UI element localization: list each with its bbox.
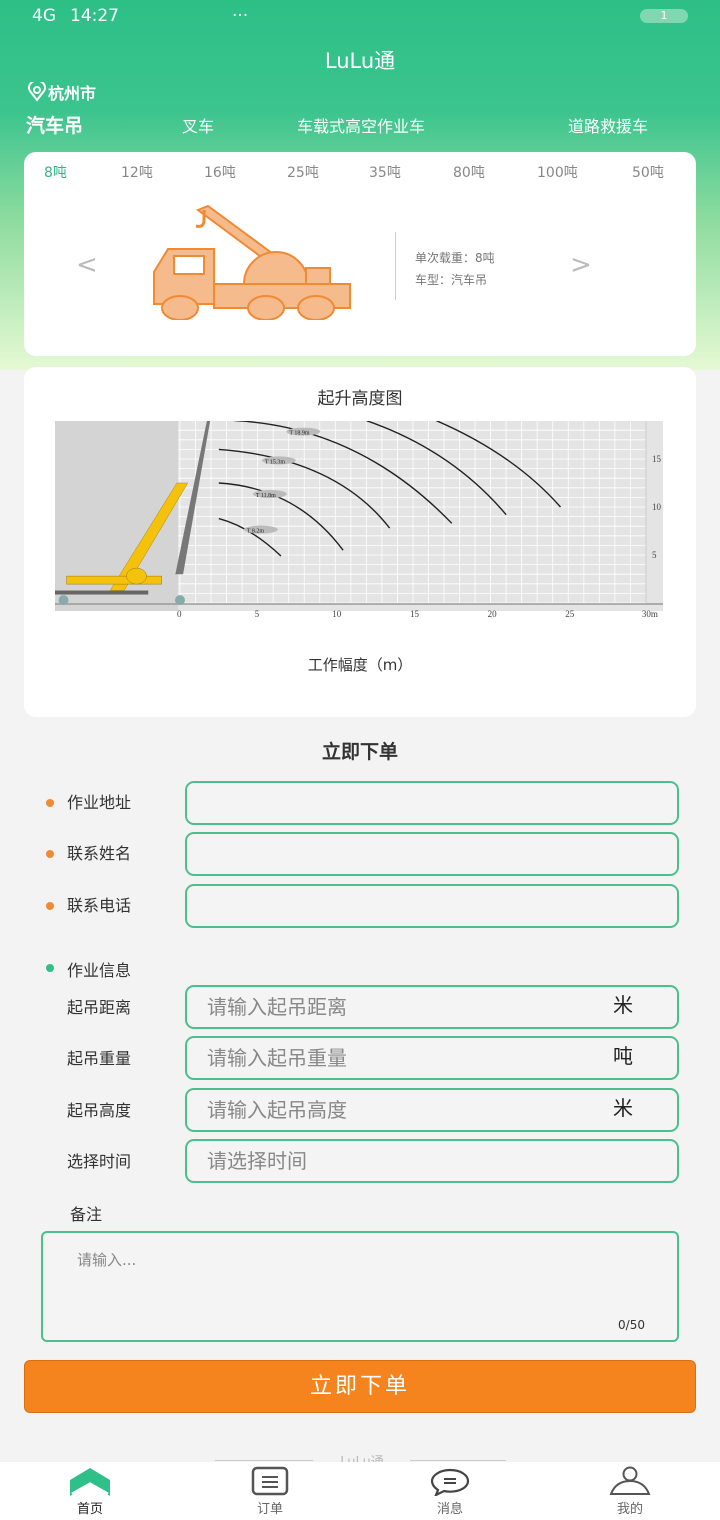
x-tick-label: 5 [255, 609, 260, 619]
status-more: ··· [232, 6, 249, 26]
x-tick-label: 10 [332, 609, 342, 619]
tonnage-tab-4[interactable]: 35吨 [369, 162, 401, 182]
location-icon [28, 82, 46, 102]
tab-label: 我的 [616, 1502, 643, 1517]
battery-icon: 1 [640, 9, 688, 23]
tonnage-tab-1[interactable]: 12吨 [121, 162, 153, 182]
category-tab-0[interactable]: 汽车吊 [26, 111, 83, 138]
unit-label: 米 [613, 993, 633, 1017]
vehicle-type: 车型：汽车吊 [415, 273, 488, 287]
x-tick-label: 30m [642, 609, 658, 619]
contact-label: 联系姓名 [67, 844, 132, 863]
work-label: 起吊距离 [67, 998, 132, 1017]
next-arrow-icon[interactable]: > [570, 250, 592, 280]
curve-label-3: T 18.9m [289, 431, 310, 437]
tonnage-tab-2[interactable]: 16吨 [204, 162, 236, 182]
tonnage-tab-0[interactable]: 8吨 [44, 162, 67, 182]
work-input-0[interactable]: 请输入起吊距离 米 [185, 985, 679, 1029]
input-placeholder: 请选择时间 [207, 1149, 307, 1173]
work-input-3[interactable]: 请选择时间 [185, 1139, 679, 1183]
app-title: LuLu通 [324, 49, 396, 73]
category-tab-2[interactable]: 车载式高空作业车 [297, 113, 425, 137]
tab-orders[interactable]: 订单 [180, 1462, 360, 1520]
category-tab-1[interactable]: 叉车 [182, 113, 214, 137]
tab-label: 消息 [436, 1502, 463, 1517]
work-label: 选择时间 [67, 1152, 132, 1171]
contact-input-0[interactable] [185, 781, 679, 825]
remark-textarea[interactable]: 请输入... 0/50 [41, 1231, 679, 1342]
contact-input-2[interactable] [185, 884, 679, 928]
crane-wheel [58, 595, 69, 606]
form-title: 立即下单 [321, 741, 398, 763]
unit-label: 米 [613, 1096, 633, 1120]
divider [395, 232, 396, 300]
curve-label-0: T 8.2m [247, 529, 265, 535]
contact-input-1[interactable] [185, 832, 679, 876]
category-tab-3[interactable]: 道路救援车 [568, 113, 648, 137]
home-icon [70, 1468, 110, 1496]
lift-chart-xlabel: 工作幅度（m） [307, 656, 413, 674]
remark-label: 备注 [70, 1205, 103, 1224]
curve-label-1: T 11.8m [256, 493, 276, 499]
tonnage-tab-5[interactable]: 80吨 [453, 162, 485, 182]
status-network: 4G [32, 6, 56, 26]
y-tick-label: 10 [652, 502, 662, 512]
remark-placeholder: 请输入... [77, 1251, 137, 1269]
submit-order-button[interactable]: 立即下单 [24, 1360, 696, 1413]
footer-brand: LuLu通 [320, 1451, 404, 1462]
tonnage-tab-6[interactable]: 100吨 [537, 162, 578, 182]
tab-label: 首页 [76, 1502, 103, 1517]
input-placeholder: 请输入起吊重量 [207, 1046, 347, 1070]
tonnage-tab-7[interactable]: 50吨 [632, 162, 664, 182]
work-label: 起吊重量 [67, 1049, 132, 1068]
section-dot-icon [46, 964, 54, 972]
contact-label: 联系电话 [67, 896, 132, 915]
crane-wheel [175, 595, 185, 606]
required-dot-icon [46, 799, 54, 807]
crane-turret [126, 567, 147, 585]
prev-arrow-icon[interactable]: < [76, 250, 98, 280]
crane-truck-icon [153, 204, 351, 320]
footer-line-right [410, 1460, 506, 1461]
work-input-1[interactable]: 请输入起吊重量 吨 [185, 1036, 679, 1080]
message-icon [430, 1468, 470, 1496]
status-time: 14:27 [70, 6, 119, 26]
lift-height-chart: T 8.2m T 11.8m T 15.3m T 18.9m 0 5 10 15 20 25 30m… [55, 421, 663, 619]
input-placeholder: 请输入起吊距离 [207, 995, 347, 1019]
work-input-2[interactable]: 请输入起吊高度 米 [185, 1088, 679, 1132]
order-icon [251, 1466, 289, 1496]
y-tick-label: 5 [652, 550, 657, 560]
unit-label: 吨 [613, 1044, 633, 1068]
location-selector[interactable]: 杭州市 [26, 80, 96, 104]
location-text: 杭州市 [48, 84, 97, 103]
input-placeholder: 请输入起吊高度 [207, 1098, 347, 1122]
footer-line-left [215, 1460, 313, 1461]
user-icon [609, 1466, 651, 1495]
tonnage-tab-3[interactable]: 25吨 [287, 162, 319, 182]
work-label: 起吊高度 [67, 1101, 132, 1120]
tab-label: 订单 [256, 1502, 283, 1517]
remark-counter: 0/50 [618, 1318, 645, 1332]
required-dot-icon [46, 850, 54, 858]
tab-profile[interactable]: 我的 [540, 1462, 720, 1520]
crane-outrigger [55, 590, 149, 595]
contact-label: 作业地址 [67, 793, 132, 812]
tab-home[interactable]: 首页 [0, 1462, 180, 1520]
x-tick-label: 15 [410, 609, 420, 619]
x-tick-label: 25 [565, 609, 575, 619]
work-info-label: 作业信息 [67, 961, 132, 980]
y-tick-label: 15 [652, 454, 662, 464]
vehicle-card [24, 152, 696, 356]
lift-chart-title: 起升高度图 [317, 389, 403, 409]
crane-body [66, 575, 162, 585]
x-tick-label: 0 [177, 609, 182, 619]
required-dot-icon [46, 902, 54, 910]
curve-label-2: T 15.3m [265, 459, 286, 465]
tab-messages[interactable]: 消息 [360, 1462, 540, 1520]
x-tick-label: 20 [488, 609, 498, 619]
vehicle-load: 单次载重：8吨 [415, 251, 495, 265]
